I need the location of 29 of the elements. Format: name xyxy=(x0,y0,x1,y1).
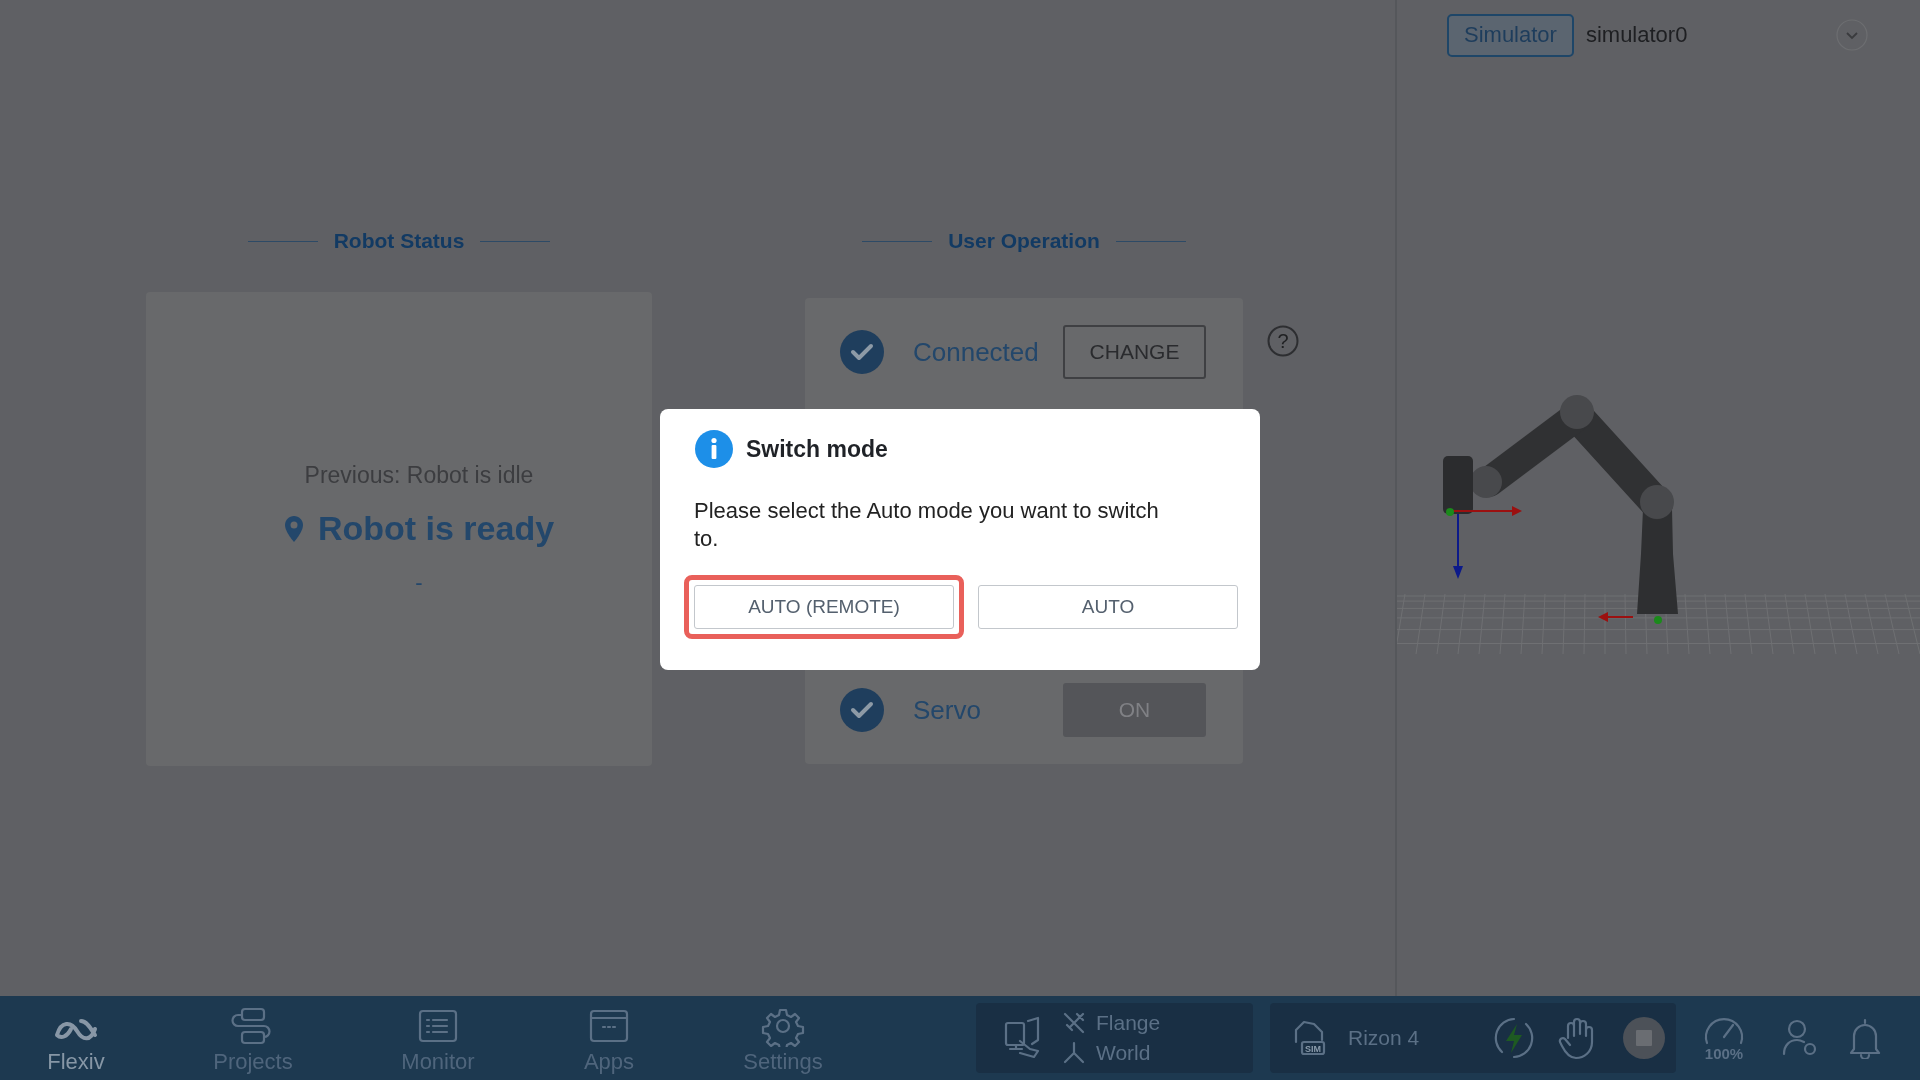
user-gear-icon[interactable] xyxy=(1782,1018,1818,1058)
section-heading: Robot Status xyxy=(333,229,465,253)
nav-tab[interactable]: Flexiv xyxy=(14,1001,138,1075)
frame-label[interactable]: World xyxy=(1096,1041,1151,1065)
mode-button[interactable]: AUTO xyxy=(978,585,1238,629)
bell-icon[interactable] xyxy=(1848,1017,1882,1059)
robot-name: Rizon 4 xyxy=(1348,1026,1421,1050)
row-label: Connected xyxy=(913,336,1040,368)
stop-button-icon[interactable] xyxy=(1622,1016,1666,1060)
row-label: Servo xyxy=(913,694,982,726)
help-button[interactable]: ? xyxy=(1267,325,1299,357)
frame-label[interactable]: Flange xyxy=(1096,1011,1161,1035)
chevron-down-icon[interactable] xyxy=(1836,19,1868,51)
device-name: simulator0 xyxy=(1585,22,1689,48)
dialog-title: Switch mode xyxy=(746,435,888,463)
location-pin-icon xyxy=(283,514,304,543)
tools-icon xyxy=(1062,1011,1086,1035)
speed-value[interactable]: 100% xyxy=(1704,1044,1744,1062)
dialog-message: Please select the Auto mode you want to switch to. xyxy=(694,497,1160,553)
mode-button[interactable]: AUTO (REMOTE) xyxy=(694,585,954,629)
robot-status-text: Robot is ready xyxy=(317,509,555,548)
change-button[interactable]: CHANGE xyxy=(1063,325,1206,379)
lightning-circle-icon[interactable] xyxy=(1492,1016,1536,1060)
nav-label: Flexiv xyxy=(47,1049,105,1075)
mode-tag: Simulator xyxy=(1447,13,1574,57)
status-detail-text: - xyxy=(415,570,423,596)
info-icon xyxy=(694,429,734,469)
axes-icon xyxy=(1062,1041,1086,1065)
section-heading: User Operation xyxy=(948,229,1100,253)
